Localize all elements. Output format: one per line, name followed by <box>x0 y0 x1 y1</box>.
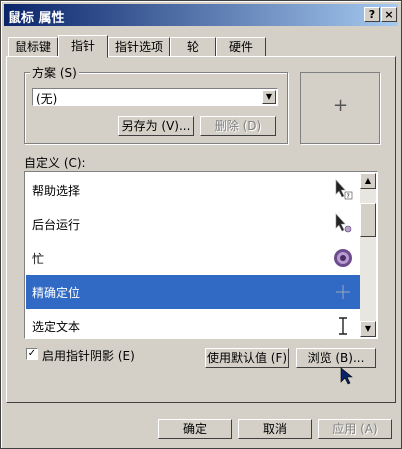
text-select-cursor-icon <box>339 317 347 335</box>
pointer-shadow-label: 启用指针阴影 (E) <box>42 349 135 363</box>
working-in-background-cursor-icon <box>335 213 352 233</box>
precision-select-cursor-icon <box>336 285 350 299</box>
help-button[interactable]: ? <box>364 7 380 22</box>
list-item[interactable]: 帮助选择 ? <box>26 173 361 207</box>
list-scrollbar[interactable]: ▲ ▼ <box>360 173 376 337</box>
delete-label: 删除 (D) <box>214 119 262 133</box>
scroll-up-icon[interactable]: ▲ <box>360 173 376 189</box>
tab-pointer-options[interactable]: 指针选项 <box>108 37 170 57</box>
svg-text:?: ? <box>347 193 350 200</box>
list-item-label: 精确定位 <box>32 286 81 300</box>
help-select-cursor-icon: ? <box>335 179 353 200</box>
delete-button[interactable]: 删除 (D) <box>200 116 276 136</box>
tab-wheel[interactable]: 轮 <box>170 37 216 57</box>
use-default-button[interactable]: 使用默认值 (F) <box>205 348 289 368</box>
ok-button[interactable]: 确定 <box>158 419 232 439</box>
window-title: 鼠标 属性 <box>8 11 65 26</box>
chevron-down-icon[interactable]: ▼ <box>262 90 276 104</box>
list-item-label: 后台运行 <box>32 218 81 232</box>
title-bar[interactable]: 鼠标 属性 ? × <box>4 4 398 26</box>
cursor-list[interactable]: 帮助选择 ? 后台运行 忙 精确定位 选定文本 ▲ ▼ <box>24 171 378 339</box>
cursor-preview: + <box>300 72 380 144</box>
customize-label: 自定义 (C): <box>24 156 86 170</box>
list-item-label: 忙 <box>32 252 45 266</box>
tab-hardware[interactable]: 硬件 <box>216 37 266 57</box>
scheme-selected: (无) <box>36 92 58 106</box>
apply-label: 应用 (A) <box>332 422 378 436</box>
scroll-down-icon[interactable]: ▼ <box>360 321 376 337</box>
apply-button[interactable]: 应用 (A) <box>318 419 392 439</box>
list-item-label: 帮助选择 <box>32 184 81 198</box>
save-as-label: 另存为 (V)... <box>121 119 191 133</box>
close-button[interactable]: × <box>381 7 397 22</box>
list-item[interactable]: 忙 <box>26 241 361 275</box>
tab-pointers[interactable]: 指针 <box>58 35 108 58</box>
crosshair-icon: + <box>333 95 349 116</box>
scheme-dropdown[interactable]: (无) ▼ <box>32 88 278 106</box>
list-item-label: 选定文本 <box>32 320 81 334</box>
mouse-pointer-icon <box>340 367 353 385</box>
scheme-label: 方案 (S) <box>30 64 79 81</box>
tab-strip: 鼠标键 指针 指针选项 轮 硬件 <box>6 35 396 58</box>
browse-button[interactable]: 浏览 (B)... <box>296 348 376 368</box>
scroll-thumb[interactable] <box>360 203 376 237</box>
list-item-selected[interactable]: 精确定位 <box>26 275 361 309</box>
tab-buttons[interactable]: 鼠标键 <box>8 37 58 57</box>
save-as-button[interactable]: 另存为 (V)... <box>118 116 194 136</box>
cancel-button[interactable]: 取消 <box>238 419 312 439</box>
busy-cursor-icon <box>334 249 352 267</box>
list-item[interactable]: 选定文本 <box>26 309 361 338</box>
list-item[interactable]: 后台运行 <box>26 207 361 241</box>
pointer-shadow-checkbox[interactable]: ✓ <box>26 348 38 360</box>
